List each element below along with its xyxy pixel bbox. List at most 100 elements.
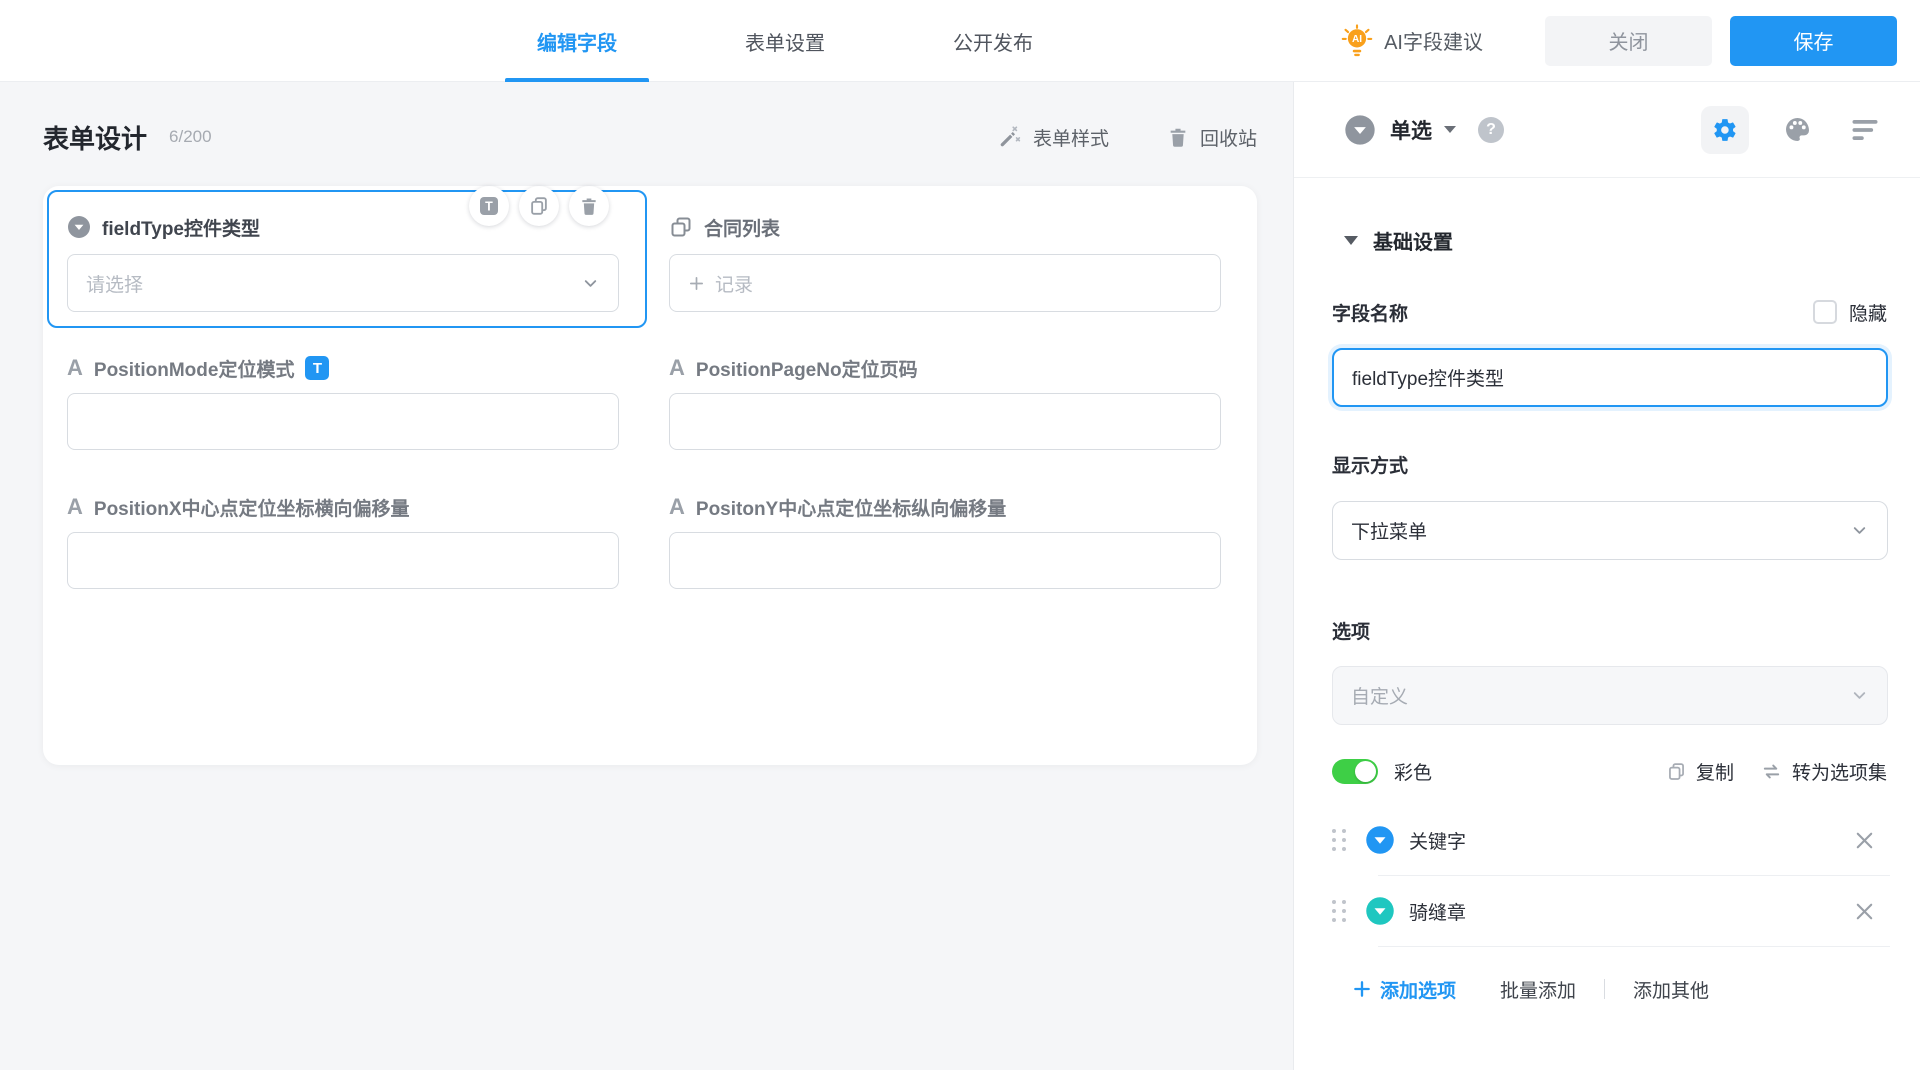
plus-icon	[1354, 981, 1370, 997]
text-input[interactable]	[669, 393, 1221, 450]
copy-icon	[531, 197, 547, 215]
option-color-icon[interactable]	[1365, 896, 1395, 926]
form-style-button[interactable]: 表单样式	[997, 124, 1109, 151]
batch-add-button[interactable]: 批量添加	[1500, 976, 1576, 1003]
field-label: PositionPageNo定位页码	[695, 359, 918, 381]
option-label[interactable]: 骑缝章	[1409, 898, 1466, 925]
remove-option-button[interactable]	[1853, 900, 1876, 923]
copy-icon	[1669, 762, 1684, 780]
field-card-contract-list[interactable]: 合同列表 记录	[669, 212, 1221, 312]
option-label[interactable]: 关键字	[1409, 827, 1466, 854]
field-card-fieldtype[interactable]: fieldType控件类型 请选择	[67, 212, 619, 312]
copy-label: 复制	[1695, 762, 1734, 784]
close-icon	[1856, 832, 1873, 848]
outline-tab-button[interactable]	[1850, 117, 1880, 143]
toggle-knob	[1355, 760, 1376, 782]
trash-icon	[582, 198, 596, 215]
main-tabs: 编辑字段 表单设置 公开发布	[505, 0, 1065, 82]
field-label: PositonY中心点定位坐标纵向偏移量	[695, 498, 1007, 520]
add-other-button[interactable]: 添加其他	[1633, 976, 1709, 1003]
display-mode-value: 下拉菜单	[1351, 522, 1428, 543]
ai-field-suggest-button[interactable]: AI AI字段建议	[1340, 23, 1483, 58]
palette-icon	[1786, 118, 1809, 141]
topbar: 编辑字段 表单设置 公开发布 AI AI字段建议 关闭 保存	[0, 0, 1920, 82]
record-placeholder: 记录	[715, 274, 754, 296]
drag-handle-icon[interactable]	[1332, 900, 1346, 922]
inspector-header: 单选 ?	[1294, 82, 1920, 178]
help-icon[interactable]: ?	[1478, 116, 1504, 143]
display-mode-row: 显示方式	[1294, 451, 1920, 477]
text-input[interactable]	[67, 532, 619, 589]
chevron-down-icon	[1853, 692, 1866, 699]
options-label: 选项	[1332, 621, 1371, 643]
colorful-toggle[interactable]	[1332, 758, 1378, 784]
field-type-label: 单选	[1390, 119, 1432, 143]
text-input[interactable]	[67, 393, 619, 450]
topbar-actions: AI AI字段建议 关闭 保存	[1340, 15, 1920, 66]
field-action-buttons: T	[469, 186, 609, 226]
convert-label: 转为选项集	[1791, 762, 1887, 784]
field-label: fieldType控件类型	[102, 218, 260, 240]
tab-form-settings[interactable]: 表单设置	[713, 0, 857, 82]
field-delete-button[interactable]	[569, 186, 609, 226]
tab-label: 表单设置	[745, 32, 825, 55]
tab-label: 公开发布	[953, 32, 1033, 55]
hide-label: 隐藏	[1848, 303, 1887, 325]
tab-label: 编辑字段	[537, 32, 617, 55]
field-card-positionmode[interactable]: A PositionMode定位模式 T	[67, 353, 619, 450]
recycle-bin-label: 回收站	[1199, 128, 1257, 150]
options-source-value: 自定义	[1351, 687, 1409, 708]
text-input[interactable]	[669, 532, 1221, 589]
add-record-box[interactable]: 记录	[669, 254, 1221, 312]
theme-tab-button[interactable]	[1783, 115, 1812, 144]
ai-bulb-icon: AI	[1341, 23, 1373, 56]
tab-publish[interactable]: 公开发布	[921, 0, 1065, 82]
divider	[1378, 946, 1890, 947]
field-name-input[interactable]	[1332, 348, 1888, 407]
field-type-caret-icon[interactable]	[1444, 126, 1456, 133]
remove-option-button[interactable]	[1853, 829, 1876, 852]
section-title: 基础设置	[1373, 231, 1453, 254]
recycle-bin-button[interactable]: 回收站	[1167, 124, 1257, 151]
display-mode-select[interactable]: 下拉菜单	[1332, 501, 1888, 560]
field-rename-button[interactable]: T	[469, 186, 509, 226]
convert-to-option-set-button[interactable]: 转为选项集	[1760, 758, 1887, 785]
hide-checkbox[interactable]	[1812, 300, 1837, 324]
option-row: 关键字	[1294, 805, 1920, 875]
add-option-label: 添加选项	[1380, 980, 1457, 1002]
copy-options-button[interactable]: 复制	[1666, 758, 1734, 785]
settings-tab-button[interactable]	[1701, 105, 1749, 154]
field-duplicate-button[interactable]	[519, 186, 559, 226]
drag-handle-icon[interactable]	[1332, 829, 1346, 851]
field-name-label: 字段名称	[1332, 303, 1409, 325]
save-button[interactable]: 保存	[1730, 15, 1897, 66]
text-icon: T	[480, 197, 498, 215]
related-records-icon	[671, 217, 691, 237]
form-card: T fieldType控件类型 请选择 合同列表 记录 A PositionMo…	[43, 186, 1257, 765]
basic-settings-section-header[interactable]: 基础设置	[1294, 226, 1920, 254]
close-button[interactable]: 关闭	[1545, 15, 1712, 66]
field-label: PositionMode定位模式	[93, 359, 295, 381]
add-option-button[interactable]: 添加选项	[1352, 976, 1456, 1003]
gear-icon	[1714, 118, 1736, 141]
section-collapse-icon	[1344, 235, 1358, 245]
option-color-icon[interactable]	[1365, 825, 1395, 855]
single-select-icon	[68, 216, 90, 238]
tab-edit-fields[interactable]: 编辑字段	[505, 0, 649, 82]
options-source-select[interactable]: 自定义	[1332, 666, 1888, 725]
chevron-down-icon	[1853, 527, 1866, 534]
plus-icon	[689, 276, 704, 290]
options-actions-row: 添加选项 批量添加 添加其他	[1294, 975, 1920, 1003]
field-card-positionpageno[interactable]: A PositionPageNo定位页码	[669, 353, 1221, 450]
text-field-icon: A	[669, 355, 685, 380]
svg-text:AI: AI	[1352, 34, 1362, 45]
text-field-icon: A	[669, 494, 685, 519]
page-title: 表单设计	[43, 123, 148, 154]
canvas-header: 表单设计 6/200 表单样式 回收站	[43, 114, 1257, 160]
svg-text:T: T	[485, 200, 493, 214]
field-count: 6/200	[169, 127, 212, 146]
field-card-positony[interactable]: A PositonY中心点定位坐标纵向偏移量	[669, 492, 1221, 589]
fieldtype-select[interactable]: 请选择	[67, 254, 619, 312]
field-card-positionx[interactable]: A PositionX中心点定位坐标横向偏移量	[67, 492, 619, 589]
colorful-row: 彩色 复制 转为选项集	[1294, 757, 1920, 785]
